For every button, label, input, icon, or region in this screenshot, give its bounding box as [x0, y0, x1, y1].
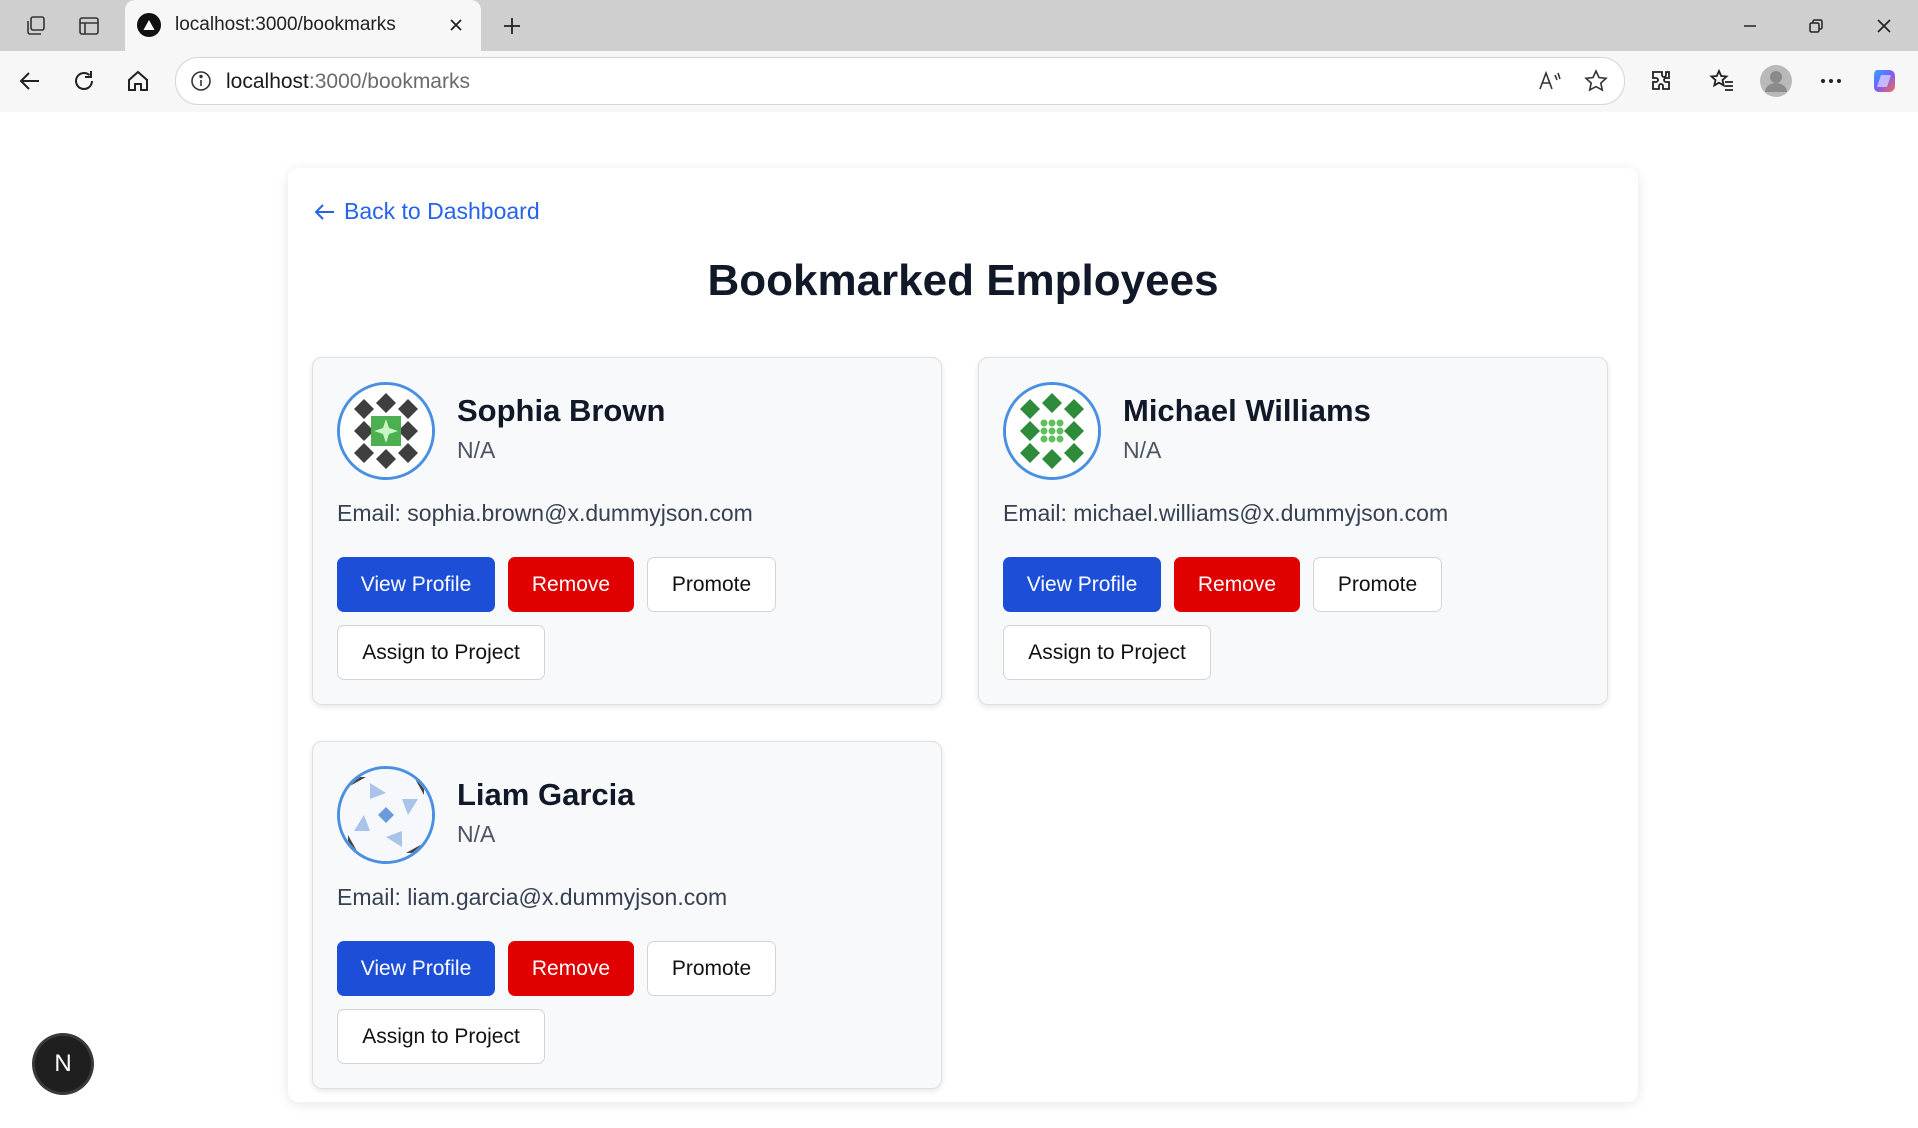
remove-button[interactable]: Remove [1174, 557, 1300, 612]
profile-avatar[interactable] [1756, 61, 1796, 101]
tab-title: localhost:3000/bookmarks [175, 14, 396, 35]
url-text[interactable]: localhost:3000/bookmarks [226, 70, 470, 94]
back-arrow-icon[interactable] [10, 61, 50, 101]
back-link-label: Back to Dashboard [344, 198, 540, 224]
avatar [337, 382, 435, 480]
promote-button[interactable]: Promote [647, 941, 776, 996]
view-profile-button[interactable]: View Profile [1003, 557, 1161, 612]
tab-close-icon[interactable] [441, 10, 471, 40]
employee-role: N/A [457, 437, 496, 463]
favorite-star-icon[interactable] [1580, 65, 1612, 97]
back-to-dashboard-link[interactable]: Back to Dashboard [314, 198, 540, 225]
assign-to-project-button[interactable]: Assign to Project [337, 1009, 545, 1064]
employee-name: Michael Williams [1123, 393, 1371, 428]
employee-email: Email: liam.garcia@x.dummyjson.com [337, 884, 728, 910]
left-arrow-icon [314, 203, 334, 220]
assign-to-project-button[interactable]: Assign to Project [1003, 625, 1211, 680]
employee-role: N/A [1123, 437, 1162, 463]
home-icon[interactable] [118, 61, 158, 101]
promote-button[interactable]: Promote [1313, 557, 1442, 612]
restore-icon[interactable] [1788, 6, 1844, 46]
read-aloud-icon[interactable] [1534, 65, 1566, 97]
minimize-icon[interactable] [1722, 6, 1778, 46]
remove-button[interactable]: Remove [508, 557, 634, 612]
employee-card: Michael Williams N/A Email: michael.will… [978, 357, 1608, 705]
site-info-icon[interactable] [186, 66, 216, 96]
nextjs-dev-indicator[interactable]: N [35, 1036, 91, 1092]
browser-titlebar: localhost:3000/bookmarks [0, 0, 1918, 51]
address-bar[interactable]: localhost:3000/bookmarks [175, 57, 1625, 105]
assign-to-project-button[interactable]: Assign to Project [337, 625, 545, 680]
tab-actions-icon[interactable] [71, 8, 107, 44]
avatar [337, 766, 435, 864]
employee-card: Liam Garcia N/A Email: liam.garcia@x.dum… [312, 741, 942, 1089]
promote-button[interactable]: Promote [647, 557, 776, 612]
page-title: Bookmarked Employees [707, 256, 1219, 305]
employee-name: Liam Garcia [457, 777, 635, 812]
employee-email: Email: michael.williams@x.dummyjson.com [1003, 500, 1449, 526]
close-window-icon[interactable] [1856, 6, 1912, 46]
more-options-icon[interactable] [1811, 61, 1851, 101]
tab-favicon-icon [137, 13, 161, 37]
employee-card: Sophia Brown N/A Email: sophia.brown@x.d… [312, 357, 942, 705]
employee-role: N/A [457, 821, 496, 847]
employee-email: Email: sophia.brown@x.dummyjson.com [337, 500, 753, 526]
remove-button[interactable]: Remove [508, 941, 634, 996]
browser-tab-active[interactable]: localhost:3000/bookmarks [125, 0, 481, 51]
new-tab-icon[interactable] [494, 8, 530, 44]
view-profile-button[interactable]: View Profile [337, 941, 495, 996]
extensions-icon[interactable] [1641, 61, 1681, 101]
workspaces-icon[interactable] [18, 8, 54, 44]
url-host: localhost [226, 70, 309, 93]
employee-name: Sophia Brown [457, 393, 666, 428]
view-profile-button[interactable]: View Profile [337, 557, 495, 612]
refresh-icon[interactable] [64, 61, 104, 101]
page-viewport: Back to Dashboard Bookmarked Employees S… [6, 112, 1912, 1122]
copilot-icon[interactable] [1866, 61, 1906, 101]
bookmarks-container: Back to Dashboard Bookmarked Employees S… [288, 168, 1638, 1102]
browser-toolbar: localhost:3000/bookmarks [0, 51, 1918, 112]
url-path: :3000/bookmarks [308, 70, 470, 93]
favorites-icon[interactable] [1702, 61, 1742, 101]
avatar [1003, 382, 1101, 480]
